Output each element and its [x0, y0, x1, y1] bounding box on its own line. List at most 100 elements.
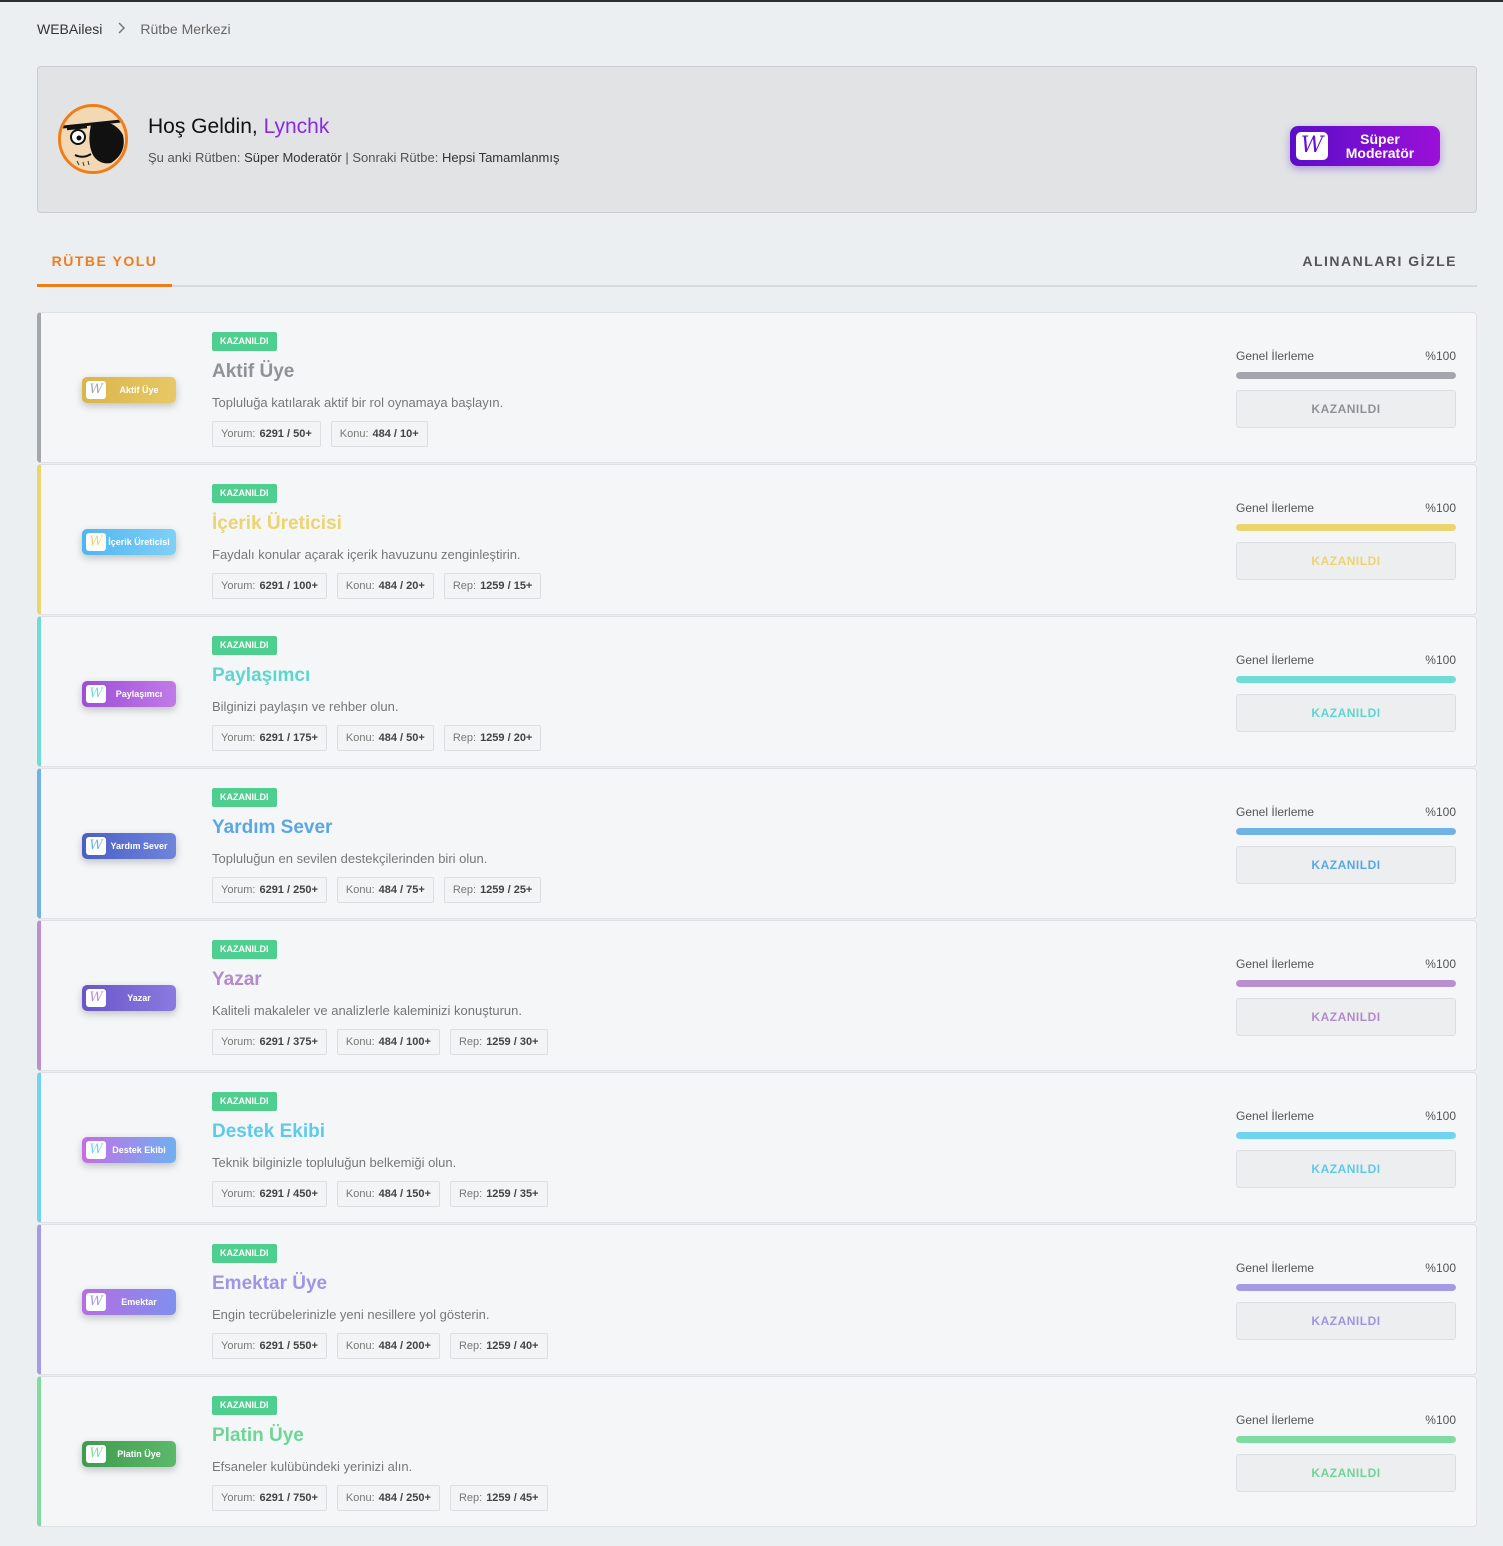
- rank-badge-text: Paylaşımcı: [115, 688, 163, 699]
- requirement-chip: Konu: 484 / 75+: [336, 877, 434, 903]
- requirement-value: 484 / 10+: [372, 428, 419, 440]
- requirement-chip: Konu: 484 / 250+: [336, 1485, 440, 1511]
- requirement-label: Konu:: [345, 1188, 375, 1200]
- requirement-chip: Rep: 1259 / 45+: [449, 1485, 548, 1511]
- requirement-chip: Yorum: 6291 / 450+: [212, 1181, 327, 1207]
- earned-button[interactable]: KAZANILDI: [1236, 1454, 1456, 1492]
- requirement-label: Konu:: [345, 1492, 375, 1504]
- requirement-label: Yorum:: [221, 1492, 256, 1504]
- progress-fill: [1236, 980, 1456, 987]
- requirement-label: Yorum:: [221, 580, 256, 592]
- requirement-value: 1259 / 45+: [486, 1492, 539, 1504]
- next-rank-label: Sonraki Rütbe:: [352, 150, 439, 165]
- earned-button[interactable]: KAZANILDI: [1236, 1302, 1456, 1340]
- rank-badge-text: Platin Üye: [117, 1448, 161, 1459]
- requirement-chip: Yorum: 6291 / 750+: [212, 1485, 327, 1511]
- progress-bar: [1236, 1284, 1456, 1291]
- rank-title: Paylaşımcı: [212, 665, 311, 686]
- earned-button[interactable]: KAZANILDI: [1236, 998, 1456, 1036]
- rank-title: Emektar Üye: [212, 1273, 328, 1294]
- requirement-label: Konu:: [345, 580, 375, 592]
- rank-card: W İçerik Üreticisi KAZANILDI İçerik Üret…: [37, 464, 1477, 615]
- earned-tag: KAZANILDI: [212, 1244, 277, 1263]
- requirements: Yorum: 6291 / 450+ Konu: 484 / 150+ Rep: 1259…: [212, 1181, 548, 1207]
- earned-button[interactable]: KAZANILDI: [1236, 1150, 1456, 1188]
- rank-title: Destek Ekibi: [212, 1121, 325, 1142]
- rank-title: Platin Üye: [212, 1425, 304, 1446]
- rank-title: Yazar: [212, 969, 262, 990]
- welcome-panel: Hoş Geldin, Lynchk Şu anki Rütben: Süper…: [37, 66, 1477, 213]
- progress-label: Genel İlerleme: [1236, 1413, 1315, 1427]
- rank-description: Faydalı konular açarak içerik havuzunu z…: [212, 547, 521, 562]
- progress-bar: [1236, 372, 1456, 379]
- rank-card: W Destek Ekibi KAZANILDI Destek Ekibi Te…: [37, 1072, 1477, 1223]
- progress-label: Genel İlerleme: [1236, 501, 1315, 515]
- brand-w-icon: W: [86, 381, 106, 399]
- requirement-chip: Konu: 484 / 50+: [336, 725, 434, 751]
- rank-description: Efsaneler kulübündeki yerinizi alın.: [212, 1459, 413, 1474]
- earned-tag: KAZANILDI: [212, 1396, 277, 1415]
- breadcrumb-home-link[interactable]: WEBAilesi: [37, 21, 102, 37]
- rank-badge-text: Destek Ekibi: [112, 1144, 166, 1155]
- tab-rank-path[interactable]: RÜTBE YOLU: [37, 242, 172, 287]
- progress-label: Genel İlerleme: [1236, 805, 1315, 819]
- earned-button[interactable]: KAZANILDI: [1236, 390, 1456, 428]
- requirements: Yorum: 6291 / 550+ Konu: 484 / 200+ Rep: 1259…: [212, 1333, 548, 1359]
- requirement-chip: Yorum: 6291 / 100+: [212, 573, 327, 599]
- progress-label: Genel İlerleme: [1236, 1261, 1315, 1275]
- progress-fill: [1236, 1284, 1456, 1291]
- rank-badge: W Yazar: [82, 985, 176, 1011]
- progress-bar: [1236, 524, 1456, 531]
- rank-badge: W Destek Ekibi: [82, 1137, 176, 1163]
- requirement-chip: Konu: 484 / 150+: [336, 1181, 440, 1207]
- requirements: Yorum: 6291 / 750+ Konu: 484 / 250+ Rep: 1259…: [212, 1485, 548, 1511]
- hide-earned-toggle[interactable]: ALINANLARI GİZLE: [1302, 242, 1457, 280]
- breadcrumb-current: Rütbe Merkezi: [140, 21, 231, 37]
- earned-button[interactable]: KAZANILDI: [1236, 846, 1456, 884]
- rank-card: W Platin Üye KAZANILDI Platin Üye Efsane…: [37, 1376, 1477, 1527]
- requirement-label: Rep:: [458, 1188, 483, 1200]
- rank-badge-text: Yardım Sever: [110, 840, 168, 851]
- progress-label-row: Genel İlerleme %100: [1236, 501, 1456, 515]
- earned-button[interactable]: KAZANILDI: [1236, 694, 1456, 732]
- rank-card: W Paylaşımcı KAZANILDI Paylaşımcı Bilgin…: [37, 616, 1477, 767]
- requirement-label: Yorum:: [221, 1036, 256, 1048]
- progress-percent: %100: [1425, 349, 1456, 363]
- progress-label: Genel İlerleme: [1236, 653, 1315, 667]
- next-rank-value: Hepsi Tamamlanmış: [441, 150, 560, 165]
- progress-percent: %100: [1425, 653, 1456, 667]
- requirement-chip: Rep: 1259 / 30+: [449, 1029, 548, 1055]
- requirements: Yorum: 6291 / 250+ Konu: 484 / 75+ Rep: 1259 …: [212, 877, 542, 903]
- requirement-chip: Rep: 1259 / 35+: [449, 1181, 548, 1207]
- rank-badge: W Paylaşımcı: [82, 681, 176, 707]
- requirements: Yorum: 6291 / 100+ Konu: 484 / 20+ Rep: 1259 …: [212, 573, 542, 599]
- rank-badge: W Platin Üye: [82, 1441, 176, 1467]
- requirement-value: 1259 / 15+: [480, 580, 533, 592]
- requirement-label: Konu:: [345, 1036, 375, 1048]
- requirement-label: Konu:: [345, 1340, 375, 1352]
- requirement-label: Yorum:: [221, 884, 256, 896]
- requirement-label: Rep:: [458, 1340, 483, 1352]
- requirement-value: 6291 / 550+: [259, 1340, 318, 1352]
- current-rank-value: Süper Moderatör: [244, 150, 342, 165]
- rank-separator: |: [345, 150, 349, 165]
- brand-w-icon: W: [86, 1445, 106, 1463]
- requirement-value: 484 / 150+: [378, 1188, 431, 1200]
- rank-badge: W Aktif Üye: [82, 377, 176, 403]
- earned-button[interactable]: KAZANILDI: [1236, 542, 1456, 580]
- avatar[interactable]: [58, 104, 128, 174]
- requirement-chip: Yorum: 6291 / 550+: [212, 1333, 327, 1359]
- rank-title: İçerik Üreticisi: [212, 513, 342, 534]
- brand-w-icon: W: [86, 989, 106, 1007]
- progress-label-row: Genel İlerleme %100: [1236, 1109, 1456, 1123]
- progress-fill: [1236, 676, 1456, 683]
- requirement-value: 1259 / 35+: [486, 1188, 539, 1200]
- earned-tag: KAZANILDI: [212, 788, 277, 807]
- brand-w-icon: W: [1296, 132, 1328, 160]
- username[interactable]: Lynchk: [264, 115, 330, 138]
- progress-fill: [1236, 372, 1456, 379]
- earned-tag: KAZANILDI: [212, 332, 277, 351]
- progress-bar: [1236, 828, 1456, 835]
- brand-w-icon: W: [86, 1293, 106, 1311]
- earned-tag: KAZANILDI: [212, 940, 277, 959]
